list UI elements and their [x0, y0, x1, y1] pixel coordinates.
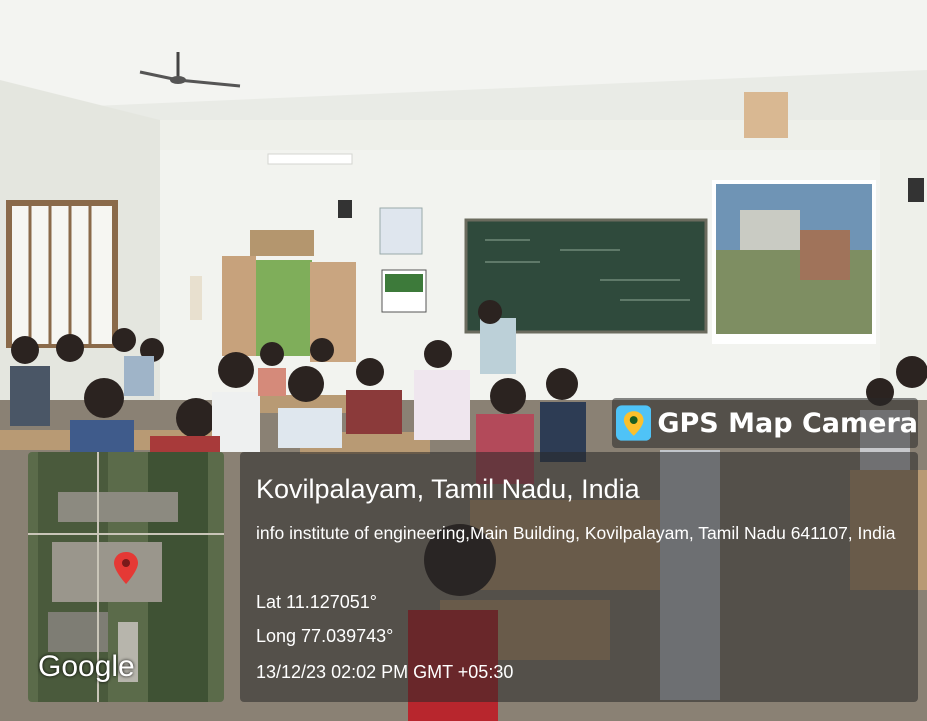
app-title: GPS Map Camera	[657, 407, 918, 439]
latitude: Lat 11.127051°	[256, 592, 377, 612]
longitude: Long 77.039743°	[256, 626, 394, 646]
full-address: info institute of engineering,Main Build…	[256, 523, 896, 543]
location-info-panel: Kovilpalayam, Tamil Nadu, India info ins…	[240, 452, 918, 702]
satellite-map-thumbnail: Google	[28, 452, 224, 702]
place-name: Kovilpalayam, Tamil Nadu, India	[256, 474, 640, 504]
date-time: 13/12/23 02:02 PM GMT +05:30	[256, 662, 514, 682]
map-pin-icon	[616, 405, 652, 441]
gps-camera-badge: GPS Map Camera	[612, 398, 918, 448]
google-logo: Google	[38, 650, 135, 683]
